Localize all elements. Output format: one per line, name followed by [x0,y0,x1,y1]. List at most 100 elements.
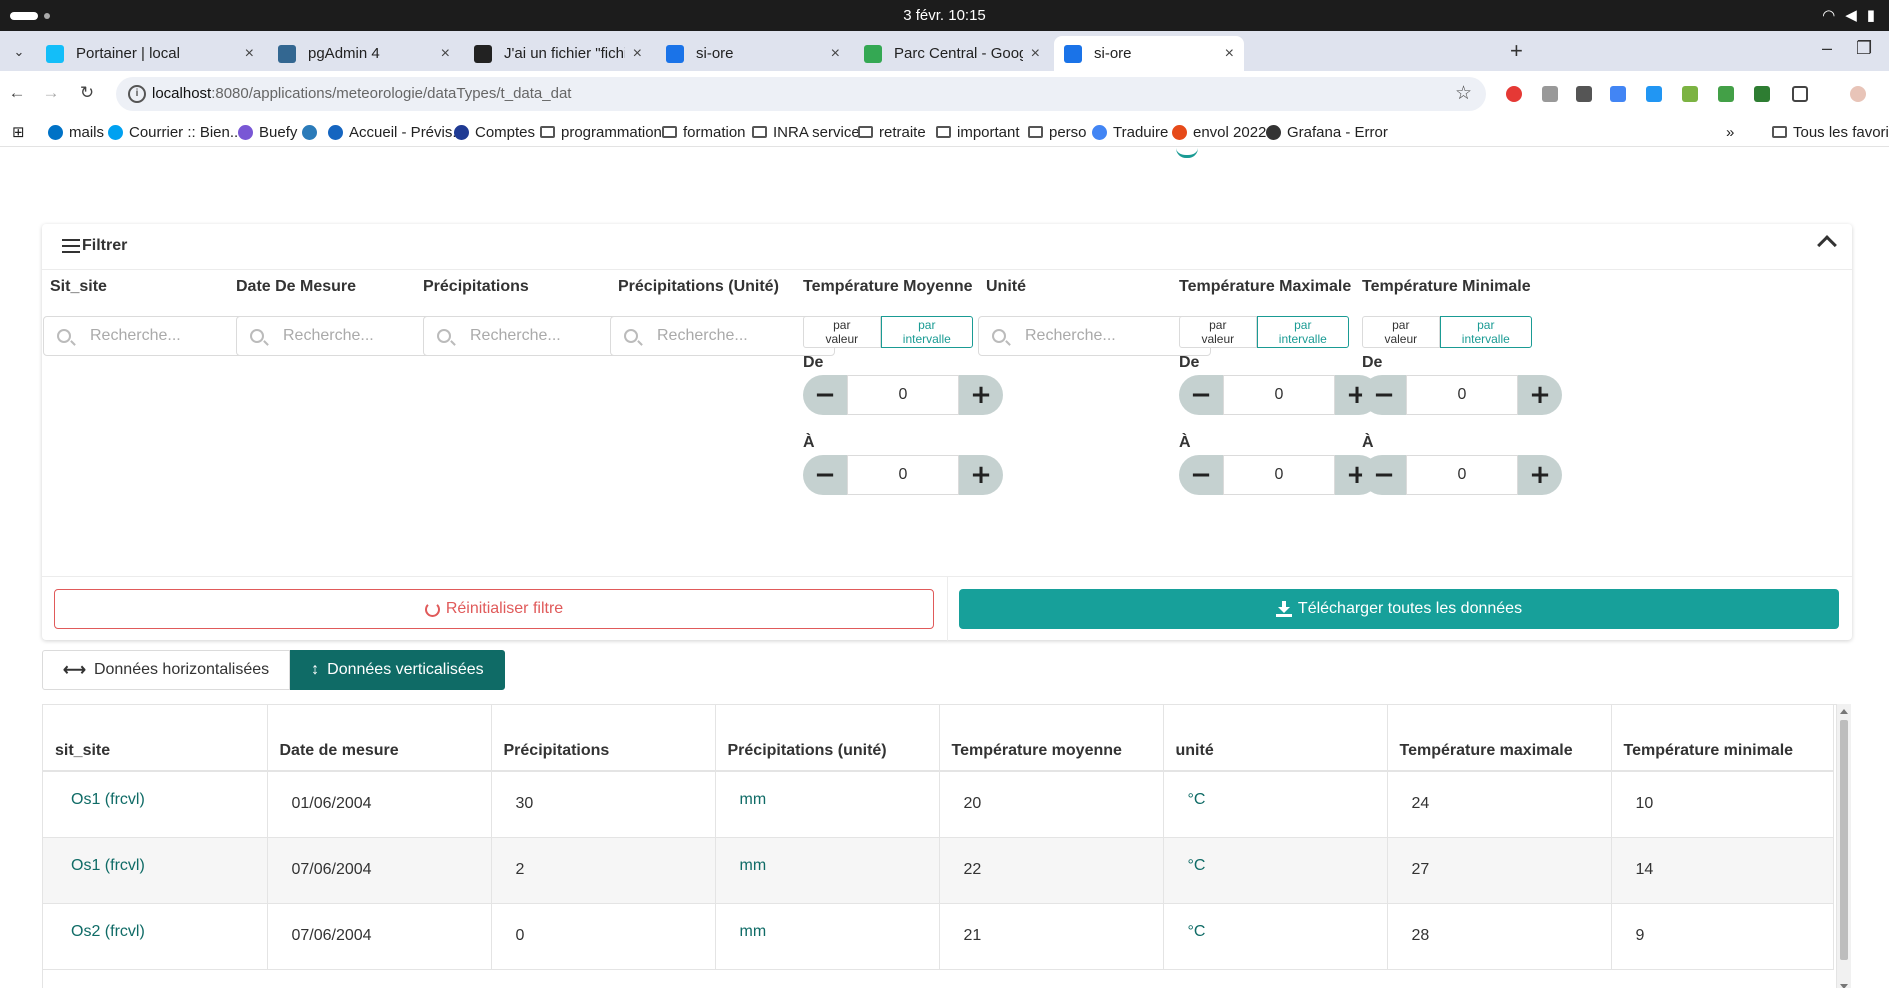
scroll-down-icon[interactable] [1840,984,1848,988]
table-cell[interactable]: °C [1163,837,1388,904]
site-info-icon[interactable]: i [128,85,146,103]
column-header[interactable]: Précipitations (unité) [715,705,940,772]
bookmark-6[interactable]: programmation [540,121,662,143]
range-from-input[interactable]: 0 [1223,375,1335,415]
close-icon[interactable]: × [1031,45,1040,63]
plus-icon[interactable]: + [1518,375,1562,415]
by-value-button[interactable]: par valeur [803,316,881,348]
all-bookmarks-button[interactable]: Tous les favoris [1772,121,1889,143]
horizontal-view-button[interactable]: ⟷ Données horizontalisées [42,650,291,690]
bookmark-5[interactable]: Comptes [454,121,535,143]
plus-icon[interactable]: + [959,455,1003,495]
filter-search-input[interactable] [283,325,407,347]
filter-search-input[interactable] [470,325,594,347]
os-clock[interactable]: 3 févr. 10:15 [0,7,1889,24]
scroll-up-icon[interactable] [1840,709,1848,714]
extensions-icon[interactable] [1792,86,1808,102]
close-icon[interactable]: × [831,45,840,63]
column-header[interactable]: sit_site [43,705,268,772]
bookmarks-overflow-button[interactable]: » [1726,121,1734,143]
plus-icon[interactable]: + [959,375,1003,415]
by-interval-button[interactable]: par intervalle [880,316,973,348]
bookmark-0[interactable]: mails [48,121,104,143]
filter-search-input[interactable] [90,325,240,347]
p-extension-icon[interactable] [1576,86,1592,102]
filter-search-input[interactable] [1025,325,1176,347]
back-icon[interactable]: ← [6,83,28,103]
restore-icon[interactable]: ❐ [1856,38,1872,59]
range-from-input[interactable]: 0 [1406,375,1518,415]
tab-5[interactable]: si-ore × [1054,36,1244,71]
site-link[interactable]: Os1 (frcvl) [43,837,268,904]
bookmark-8[interactable]: INRA service [752,121,860,143]
range-to-input[interactable]: 0 [847,455,959,495]
close-icon[interactable]: × [441,45,450,63]
site-link[interactable]: Os1 (frcvl) [43,771,268,838]
bookmark-13[interactable]: envol 2022 [1172,121,1266,143]
filter-search-box[interactable] [610,316,835,356]
tab-search-icon[interactable]: ⌄ [8,41,30,63]
minus-icon[interactable]: − [1362,375,1406,415]
column-header[interactable]: Date de mesure [267,705,492,772]
close-icon[interactable]: × [633,45,642,63]
system-tray[interactable]: ◠ ◀ ▮ [1822,6,1875,24]
filter-search-box[interactable] [236,316,442,356]
minus-icon[interactable]: − [1179,455,1223,495]
column-header[interactable]: Température minimale [1611,705,1834,772]
adblock-icon[interactable] [1506,86,1522,102]
bookmark-1[interactable]: Courrier :: Bien... [108,121,242,143]
table-scrollbar[interactable] [1837,704,1851,988]
reset-filter-button[interactable]: Réinitialiser filtre [54,589,934,629]
apps-grid-icon[interactable]: ⊞ [12,121,25,143]
vertical-view-button[interactable]: ↕ Données verticalisées [290,650,505,690]
profile-avatar[interactable] [1850,86,1866,102]
bookmark-9[interactable]: retraite [858,121,926,143]
table-cell[interactable]: °C [1163,903,1388,970]
minus-icon[interactable]: − [803,455,847,495]
minus-icon[interactable]: − [1179,375,1223,415]
filter-search-box[interactable] [423,316,629,356]
range-to-input[interactable]: 0 [1406,455,1518,495]
tab-3[interactable]: si-ore × [656,36,850,71]
filter-header[interactable]: Filtrer [42,224,1852,270]
share-extension-icon[interactable] [1718,86,1734,102]
bookmark-3[interactable] [302,121,323,143]
bookmark-star-icon[interactable]: ☆ [1455,82,1472,105]
by-value-button[interactable]: par valeur [1179,316,1257,348]
by-interval-button[interactable]: par intervalle [1439,316,1532,348]
close-icon[interactable]: × [1225,45,1234,63]
address-bar[interactable]: i localhost:8080/applications/meteorolog… [116,77,1486,111]
download-all-button[interactable]: Télécharger toutes les données [959,589,1839,629]
table-cell[interactable]: mm [715,837,940,904]
bookmark-4[interactable]: Accueil - Prévis... [328,121,465,143]
table-cell[interactable]: mm [715,903,940,970]
translate-extension-icon[interactable] [1610,86,1626,102]
tab-0[interactable]: Portainer | local × [36,36,264,71]
tab-2[interactable]: J'ai un fichier "fichiers/t_ × [464,36,652,71]
bookmark-7[interactable]: formation [662,121,746,143]
table-row[interactable]: Os2 (frcvl) 07/06/2004 0 mm 21 °C 28 9 [43,903,1834,970]
by-value-button[interactable]: par valeur [1362,316,1440,348]
close-icon[interactable]: × [245,45,254,63]
column-header[interactable]: unité [1163,705,1388,772]
android-extension-icon[interactable] [1682,86,1698,102]
bookmark-14[interactable]: Grafana - Error [1266,121,1388,143]
minimize-icon[interactable]: – [1822,38,1832,59]
chevron-up-icon[interactable] [1817,235,1837,255]
feather-extension-icon[interactable] [1646,86,1662,102]
bookmark-12[interactable]: Traduire [1092,121,1168,143]
range-from-input[interactable]: 0 [847,375,959,415]
bookmark-11[interactable]: perso [1028,121,1087,143]
bookmark-10[interactable]: important [936,121,1020,143]
tab-4[interactable]: Parc Central - Google Ma × [854,36,1050,71]
table-cell[interactable]: mm [715,771,940,838]
minus-icon[interactable]: − [1362,455,1406,495]
column-header[interactable]: Température moyenne [939,705,1164,772]
scrollbar-thumb[interactable] [1840,720,1848,960]
pen-extension-icon[interactable] [1542,86,1558,102]
forward-icon[interactable]: → [40,83,62,103]
table-row[interactable]: Os1 (frcvl) 01/06/2004 30 mm 20 °C 24 10 [43,771,1834,838]
column-header[interactable]: Précipitations [491,705,716,772]
by-interval-button[interactable]: par intervalle [1256,316,1349,348]
tab-1[interactable]: pgAdmin 4 × [268,36,460,71]
